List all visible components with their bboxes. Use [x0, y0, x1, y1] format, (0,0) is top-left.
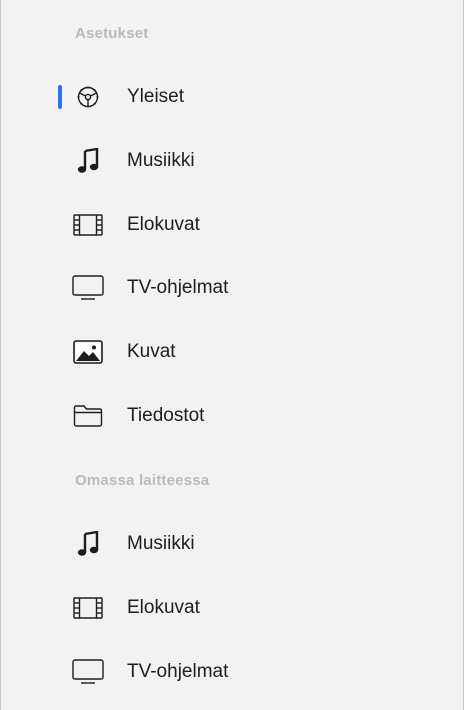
sidebar-item-label: Elokuvat	[127, 597, 200, 618]
sidebar-item-movies[interactable]: Elokuvat	[1, 205, 463, 245]
sidebar-item-label: TV-ohjelmat	[127, 661, 229, 682]
sidebar-item-label: TV-ohjelmat	[127, 277, 229, 298]
film-icon	[71, 591, 105, 625]
sidebar-item-label: Musiikki	[127, 150, 195, 171]
folder-icon	[71, 399, 105, 433]
sidebar-item-label: Elokuvat	[127, 214, 200, 235]
sidebar-item-device-movies[interactable]: Elokuvat	[1, 588, 463, 628]
music-note-icon	[71, 527, 105, 561]
gear-icon	[71, 80, 105, 114]
sidebar-item-device-music[interactable]: Musiikki	[1, 524, 463, 564]
sidebar-item-label: Musiikki	[127, 533, 195, 554]
sidebar: Asetukset Yleiset Musiikki Elokuvat TV-o…	[0, 0, 464, 710]
section-header-settings: Asetukset	[75, 25, 149, 42]
sidebar-item-label: Kuvat	[127, 341, 176, 362]
sidebar-item-label: Yleiset	[127, 86, 185, 107]
tv-icon	[71, 655, 105, 689]
music-note-icon	[71, 144, 105, 178]
sidebar-item-general[interactable]: Yleiset	[1, 77, 463, 117]
photo-icon	[71, 335, 105, 369]
sidebar-item-music[interactable]: Musiikki	[1, 141, 463, 181]
sidebar-item-label: Tiedostot	[127, 405, 205, 426]
sidebar-item-device-tv-shows[interactable]: TV-ohjelmat	[1, 652, 463, 692]
sidebar-item-photos[interactable]: Kuvat	[1, 332, 463, 372]
selection-indicator	[58, 85, 62, 109]
film-icon	[71, 208, 105, 242]
section-header-on-device: Omassa laitteessa	[75, 472, 210, 489]
sidebar-item-files[interactable]: Tiedostot	[1, 396, 463, 436]
tv-icon	[71, 271, 105, 305]
sidebar-item-tv-shows[interactable]: TV-ohjelmat	[1, 268, 463, 308]
